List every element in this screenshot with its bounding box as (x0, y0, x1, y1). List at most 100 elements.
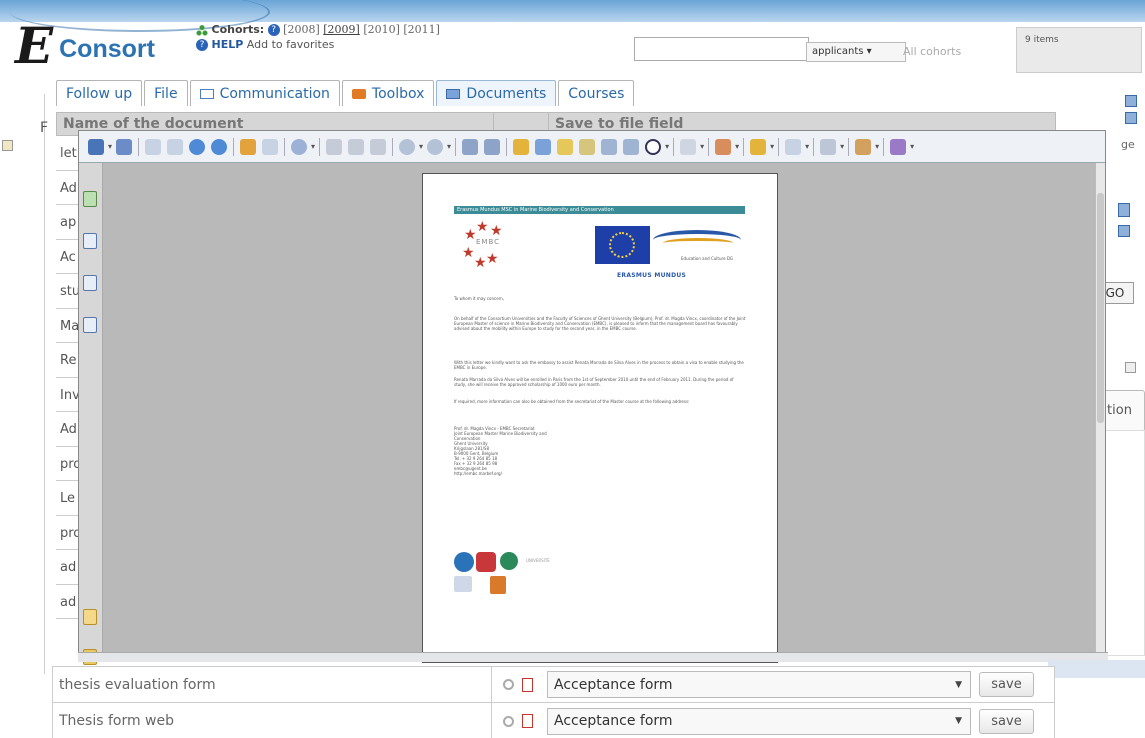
toolbox-icon (351, 88, 366, 99)
doc-icon[interactable] (1125, 95, 1137, 107)
right-bar (1048, 660, 1145, 678)
pdf-sidebar (79, 163, 103, 665)
zoom-icon[interactable] (291, 138, 308, 155)
year-2009[interactable]: [2009] (323, 23, 360, 36)
tab-courses[interactable]: Courses (558, 80, 635, 106)
letter-para-1: On behalf of the Consortium Universities… (454, 316, 746, 331)
all-cohorts-link[interactable]: All cohorts (903, 45, 961, 58)
magnifier-icon[interactable] (502, 715, 514, 727)
text-icon[interactable] (601, 138, 618, 155)
draw-icon[interactable] (579, 138, 596, 155)
measure-icon[interactable] (785, 138, 802, 155)
magnifier-icon[interactable] (502, 679, 514, 690)
checkbox[interactable] (1125, 362, 1136, 373)
doc-icon[interactable] (1125, 112, 1137, 124)
year-2010[interactable]: [2010] (363, 23, 400, 36)
fit-page-icon[interactable] (348, 138, 365, 155)
help-icon[interactable]: ? (196, 39, 208, 51)
pdf-scrollbar[interactable] (1095, 163, 1105, 661)
documents-table-bottom: thesis evaluation form Acceptance form ▼ … (52, 666, 1055, 738)
search-input[interactable] (634, 37, 809, 61)
items-count: 9 items (1025, 35, 1059, 45)
back-icon[interactable] (145, 138, 162, 155)
doc-icon[interactable] (1118, 225, 1130, 237)
partial-text: ge (1121, 138, 1135, 151)
left-divider (44, 94, 45, 674)
attach-icon[interactable] (820, 138, 837, 155)
partner-text: UNIVERSITE (526, 558, 550, 563)
pdf-viewer[interactable]: ▾ ▾ ▾ ▾ ▾ ▾ ▾ ▾ ▾ ▾ ▾ ▾ Erasmus Mundus M… (78, 130, 1106, 665)
help-link[interactable]: HELP (212, 38, 244, 51)
lock-icon[interactable] (83, 609, 97, 625)
user-icon[interactable] (855, 138, 872, 155)
arrow-right-icon[interactable] (262, 138, 279, 155)
home-icon[interactable] (2, 140, 13, 151)
stamp-icon[interactable] (750, 138, 767, 155)
partner-logo (476, 552, 496, 572)
link-icon[interactable] (462, 138, 479, 155)
note-icon[interactable] (680, 138, 697, 155)
tab-documents[interactable]: Documents (436, 80, 557, 106)
partner-logo (500, 552, 518, 570)
info-icon[interactable]: ? (267, 24, 280, 36)
arrow-left-icon[interactable] (240, 138, 257, 155)
pdf-icon[interactable] (521, 677, 533, 692)
year-2008[interactable]: [2008] (283, 23, 320, 36)
header-info: Cohorts: ? [2008] [2009] [2010] [2011] ?… (196, 22, 440, 52)
people-icon (196, 24, 208, 36)
next-page-icon[interactable] (211, 138, 228, 155)
top-band (0, 0, 1145, 32)
tab-communication[interactable]: Communication (189, 80, 340, 106)
tab-toolbox[interactable]: Toolbox (341, 80, 435, 106)
pages-icon[interactable] (83, 233, 97, 249)
image-icon[interactable] (623, 138, 640, 155)
document-name[interactable]: Thesis form web (53, 713, 491, 729)
hand-tool-icon[interactable] (513, 138, 530, 155)
print-icon[interactable] (116, 138, 133, 155)
scroll-thumb[interactable] (1097, 193, 1104, 423)
tab-follow-up[interactable]: Follow up (56, 80, 143, 106)
logo-letter: E (15, 16, 54, 75)
table-row[interactable]: thesis evaluation form Acceptance form ▼ … (52, 666, 1055, 703)
erasmus-swoosh-accent (663, 238, 733, 248)
favorites-link[interactable]: Add to favorites (247, 38, 335, 51)
chain-icon[interactable] (484, 138, 501, 155)
document-name[interactable]: thesis evaluation form (53, 677, 491, 693)
tab-file[interactable]: File (144, 80, 188, 106)
file-field-select[interactable]: Acceptance form ▼ (547, 671, 971, 698)
single-page-icon[interactable] (326, 138, 343, 155)
save-button[interactable]: save (979, 708, 1034, 734)
save-button[interactable]: save (979, 672, 1034, 697)
file-field-select[interactable]: Acceptance form ▼ (547, 707, 971, 735)
prev-page-icon[interactable] (189, 138, 206, 155)
logo-word: Consort (59, 34, 155, 63)
dropdown-arrow-icon: ▼ (955, 716, 962, 726)
pdf-icon[interactable] (521, 714, 533, 728)
year-2011[interactable]: [2011] (403, 23, 440, 36)
dropdown-arrow-icon: ▼ (955, 679, 962, 690)
save-icon[interactable] (88, 138, 104, 155)
letter-para-3: Renata Marrada da Silva Alves will be en… (454, 377, 734, 387)
circle-icon[interactable] (645, 138, 662, 155)
erasmus-mundus-label: ERASMUS MUNDUS (617, 272, 687, 279)
annotations-icon[interactable] (83, 275, 97, 291)
fit-width-icon[interactable] (370, 138, 387, 155)
partner-logo (454, 576, 472, 592)
logo[interactable]: E Consort (15, 20, 155, 72)
marker-icon[interactable] (557, 138, 574, 155)
sign-icon[interactable] (890, 138, 907, 155)
edit-icon[interactable] (715, 138, 732, 155)
table-row[interactable]: Thesis form web Acceptance form ▼ save (52, 703, 1055, 738)
items-box[interactable]: 9 items (1016, 27, 1142, 73)
zoom-out-icon[interactable] (399, 138, 416, 155)
embc-text: EMBC (476, 238, 501, 246)
select-icon[interactable] (535, 138, 552, 155)
forward-icon[interactable] (167, 138, 184, 155)
doc-icon[interactable] (1118, 203, 1130, 217)
search-scope-select[interactable]: applicants ▾ (806, 42, 906, 62)
bookmarks-icon[interactable] (83, 191, 97, 207)
letter-greeting: To whom it may concern, (454, 296, 505, 301)
letter-para-4: If required, more information can also b… (454, 399, 690, 404)
zoom-in-icon[interactable] (427, 138, 444, 155)
layers-icon[interactable] (83, 317, 97, 333)
